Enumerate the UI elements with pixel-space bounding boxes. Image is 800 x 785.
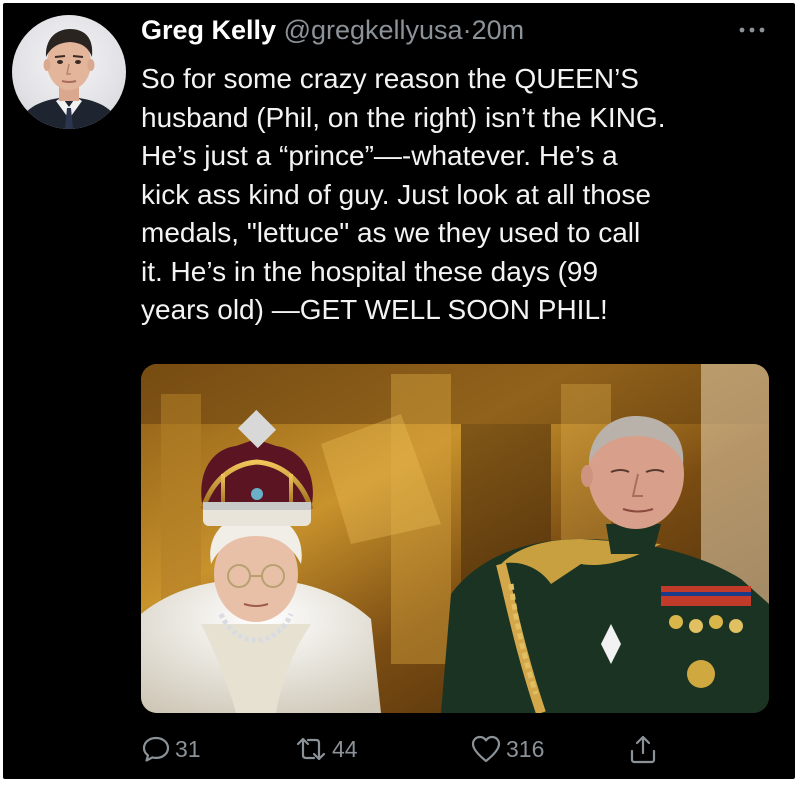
author-handle[interactable]: @gregkellyusa (284, 15, 463, 45)
like-button[interactable]: 316 (470, 729, 544, 769)
share-button[interactable] (628, 729, 658, 769)
heart-icon (471, 735, 501, 763)
photo-queen-and-prince-icon (141, 364, 769, 713)
retweet-icon (296, 737, 326, 761)
tweet-text: So for some crazy reason the QUEEN’S hus… (141, 63, 666, 325)
like-count: 316 (506, 735, 545, 762)
avatar[interactable] (12, 15, 126, 129)
tweet-time[interactable]: 20m (472, 15, 525, 45)
reply-count: 31 (175, 735, 201, 762)
tweet-media-photo[interactable] (141, 364, 769, 713)
tweet-card: Greg Kelly @gregkellyusa·20m So for some… (3, 3, 795, 779)
author-name[interactable]: Greg Kelly (141, 15, 276, 45)
share-icon (630, 735, 656, 764)
profile-photo-icon (18, 29, 120, 129)
reply-button[interactable]: 31 (141, 729, 201, 769)
reply-icon (142, 736, 170, 762)
separator-dot: · (462, 15, 472, 45)
retweet-button[interactable]: 44 (294, 729, 358, 769)
retweet-count: 44 (332, 735, 358, 762)
tweet-header: Greg Kelly @gregkellyusa·20m (141, 13, 524, 47)
more-dots-icon[interactable] (737, 23, 767, 35)
action-bar: 31 44 316 (141, 729, 769, 769)
